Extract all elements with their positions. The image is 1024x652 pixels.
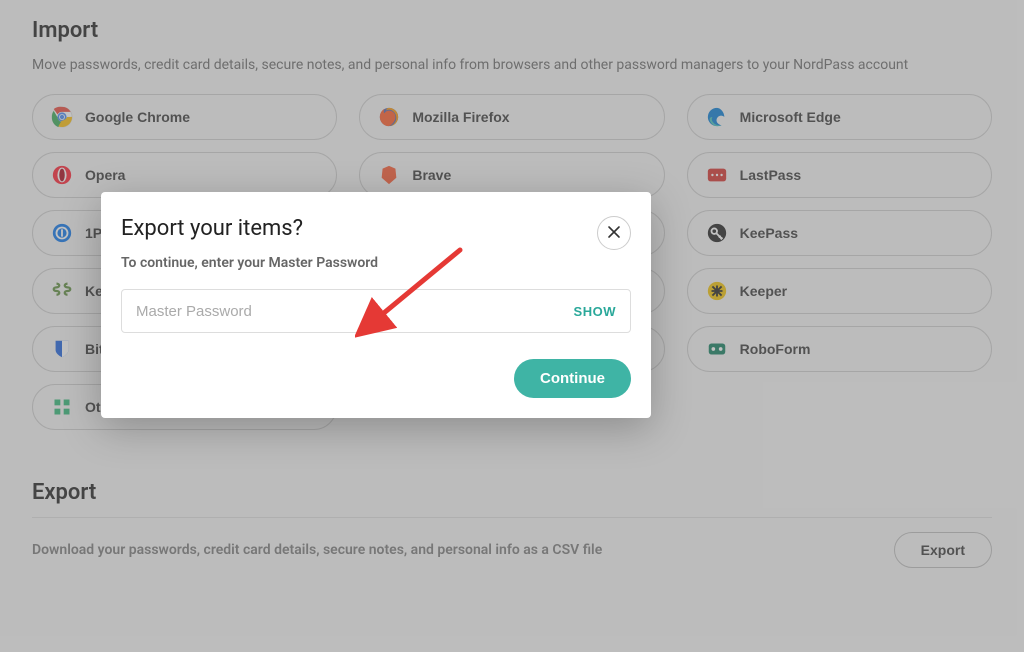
- modal-overlay: Export your items? To continue, enter yo…: [0, 0, 1024, 652]
- modal-subtitle: To continue, enter your Master Password: [121, 255, 631, 271]
- master-password-input[interactable]: [136, 303, 574, 320]
- close-button[interactable]: [597, 216, 631, 250]
- modal-title: Export your items?: [121, 216, 303, 241]
- close-icon: [606, 224, 622, 243]
- export-confirm-modal: Export your items? To continue, enter yo…: [101, 192, 651, 418]
- show-password-button[interactable]: SHOW: [574, 304, 616, 319]
- master-password-field: SHOW: [121, 289, 631, 333]
- continue-button[interactable]: Continue: [514, 359, 631, 398]
